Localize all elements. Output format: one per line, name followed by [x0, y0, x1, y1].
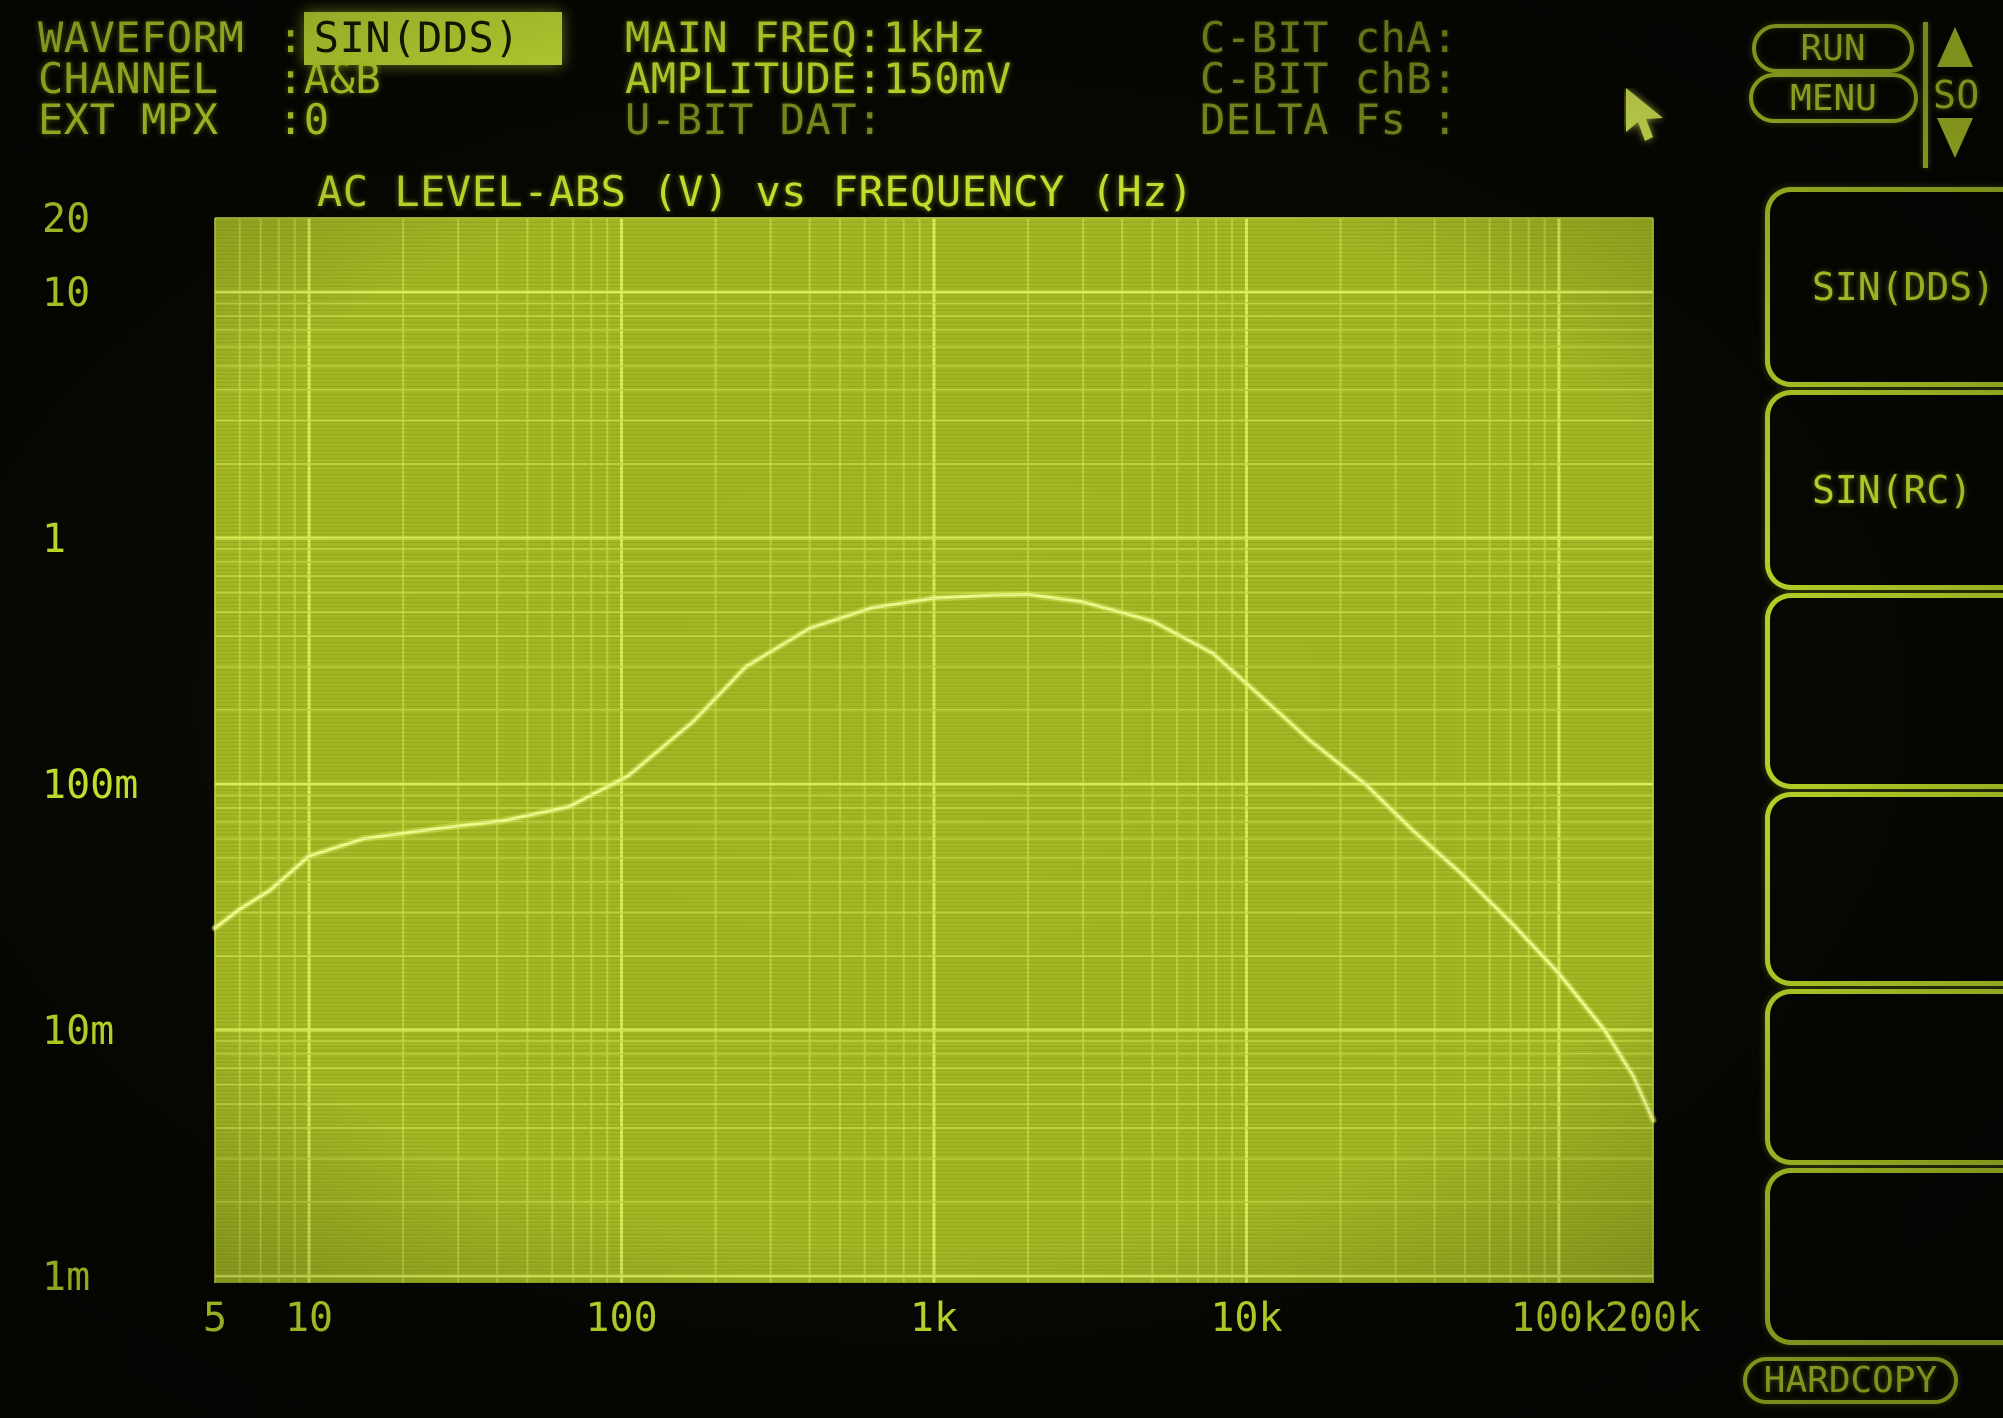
svg-text:5: 5 [203, 1295, 227, 1341]
mouse-cursor-icon [1626, 88, 1663, 141]
svg-text:1k: 1k [910, 1295, 958, 1341]
svg-text:10m: 10m [42, 1008, 114, 1054]
y-axis-tick-labels: 20 10 1 100m 10m 1m [42, 196, 138, 1300]
svg-text:100: 100 [585, 1295, 657, 1341]
svg-text:100m: 100m [42, 762, 138, 808]
softkey-sin-rc[interactable]: SIN(RC) [1765, 390, 2003, 590]
softkey-6[interactable] [1765, 1168, 2003, 1345]
softkey-sin-dds[interactable]: SIN(DDS) [1765, 187, 2003, 387]
svg-text:20: 20 [42, 196, 90, 242]
svg-text:1: 1 [42, 516, 66, 562]
softkey-label: SIN(RC) [1812, 468, 1973, 512]
x-axis-tick-labels: 5 10 100 1k 10k 100k200k [203, 1295, 1701, 1341]
analyzer-screen: WAVEFORM: SIN(DDS) CHANNEL:A&B EXT MPX:0 … [0, 0, 2003, 1418]
frequency-response-chart: 20 10 1 100m 10m 1m 5 10 100 1k 10k 100k200k [42, 196, 1701, 1341]
softkey-5[interactable] [1765, 989, 2003, 1165]
hardcopy-button[interactable]: HARDCOPY [1743, 1357, 1958, 1404]
svg-text:200k: 200k [1605, 1295, 1701, 1341]
softkey-4[interactable] [1765, 792, 2003, 986]
svg-text:10: 10 [285, 1295, 333, 1341]
softkey-3[interactable] [1765, 593, 2003, 789]
svg-text:10k: 10k [1210, 1295, 1282, 1341]
softkey-label: SIN(DDS) [1812, 265, 1996, 309]
svg-text:10: 10 [42, 270, 90, 316]
svg-text:1m: 1m [42, 1254, 90, 1300]
svg-text:100k: 100k [1511, 1295, 1607, 1341]
